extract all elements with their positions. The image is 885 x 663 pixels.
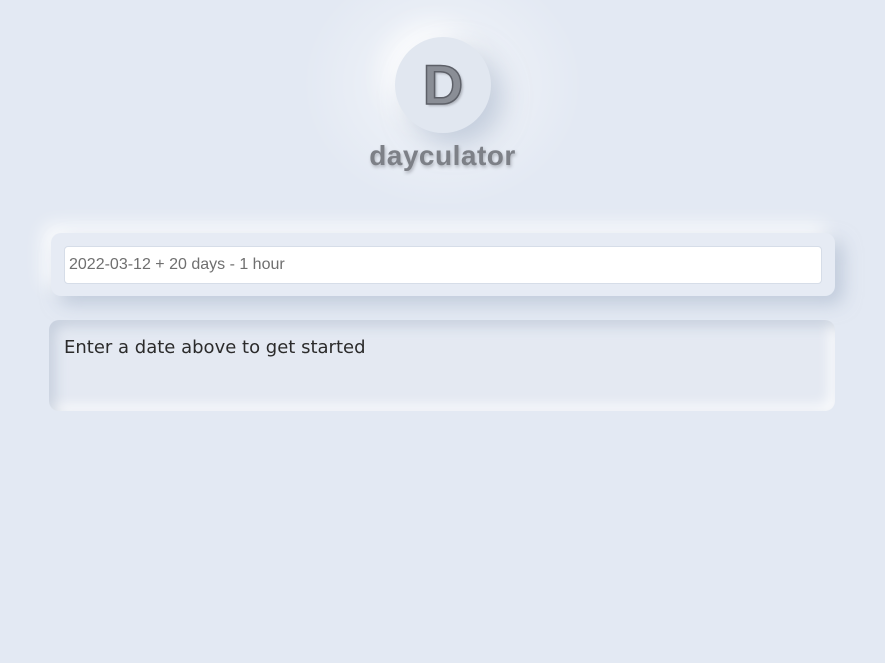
logo-letter: D — [422, 53, 464, 116]
result-message: Enter a date above to get started — [64, 337, 366, 358]
page: D dayculator Enter a date above to get s… — [0, 0, 885, 663]
app-title: dayculator — [369, 140, 516, 171]
date-expression-input[interactable] — [64, 246, 822, 284]
result-panel: Enter a date above to get started — [49, 320, 835, 411]
input-card — [51, 233, 835, 296]
app-logo: D — [395, 37, 491, 133]
